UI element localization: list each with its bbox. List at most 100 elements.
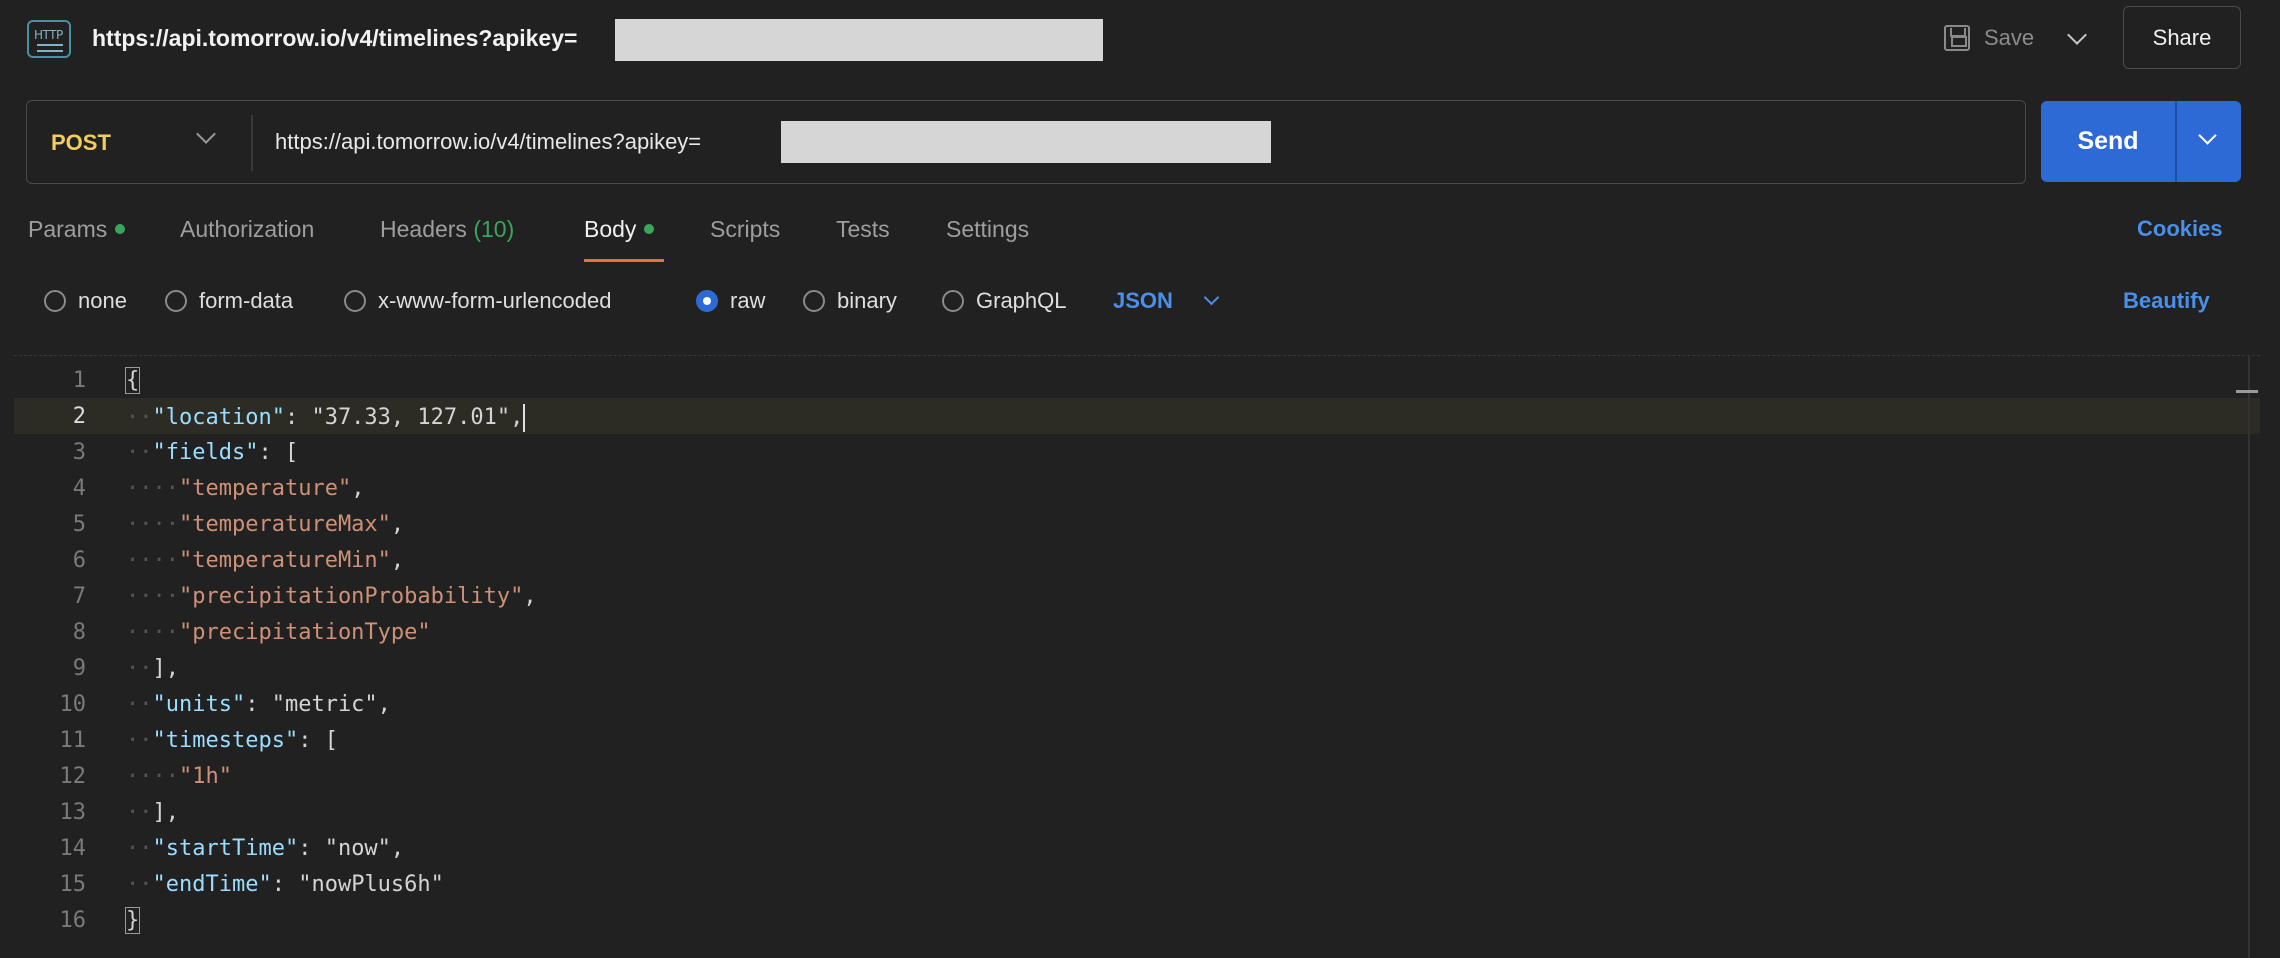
line-number: 1 <box>72 368 86 393</box>
code-line[interactable]: 12 ····"1h" <box>14 758 2260 794</box>
send-button-group: Send <box>2041 101 2241 182</box>
cookies-link[interactable]: Cookies <box>2137 216 2223 242</box>
code-line[interactable]: 7 ····"precipitationProbability", <box>14 578 2260 614</box>
code-text: ··"endTime": "nowPlus6h" <box>126 872 444 897</box>
radio-icon <box>803 290 825 312</box>
body-type-urlencoded[interactable]: x-www-form-urlencoded <box>344 288 612 314</box>
method-select[interactable]: POST <box>51 130 111 156</box>
code-text: ··"units": "metric", <box>126 692 391 717</box>
code-line[interactable]: 2 ··"location": "37.33, 127.01", <box>14 398 2260 434</box>
request-tabs: Params Authorization Headers (10) Body S… <box>0 200 2280 262</box>
code-line[interactable]: 8 ····"precipitationType" <box>14 614 2260 650</box>
line-number: 5 <box>72 512 86 537</box>
line-number: 15 <box>59 872 87 897</box>
code-text: ··"startTime": "now", <box>126 836 405 861</box>
radio-icon <box>344 290 366 312</box>
line-number: 3 <box>72 440 86 465</box>
radio-icon <box>942 290 964 312</box>
beautify-button[interactable]: Beautify <box>2123 288 2210 314</box>
body-type-raw[interactable]: raw <box>696 288 765 314</box>
editor-scrollbar[interactable] <box>2248 355 2250 958</box>
code-line[interactable]: 1{ <box>14 362 2260 398</box>
active-tab-indicator <box>584 259 664 262</box>
floppy-disk-icon <box>1944 25 1970 51</box>
radio-selected-icon <box>696 290 718 312</box>
chevron-down-icon[interactable] <box>1203 289 1220 306</box>
code-line[interactable]: 4 ····"temperature", <box>14 470 2260 506</box>
body-type-none[interactable]: none <box>44 288 127 314</box>
code-line[interactable]: 5 ····"temperatureMax", <box>14 506 2260 542</box>
url-bar: POST https://api.tomorrow.io/v4/timeline… <box>26 100 2026 184</box>
line-number: 13 <box>59 800 87 825</box>
redacted-api-key <box>615 19 1103 61</box>
url-input[interactable]: https://api.tomorrow.io/v4/timelines?api… <box>275 129 701 155</box>
divider <box>251 115 253 171</box>
status-dot <box>115 223 126 234</box>
line-number: 6 <box>72 548 86 573</box>
request-header-bar: HTTP https://api.tomorrow.io/v4/timeline… <box>0 0 2280 76</box>
code-line[interactable]: 15 ··"endTime": "nowPlus6h" <box>14 866 2260 902</box>
line-number: 14 <box>59 836 87 861</box>
code-text: ····"temperatureMax", <box>126 512 405 537</box>
divider <box>2175 101 2177 182</box>
body-type-form-data[interactable]: form-data <box>165 288 293 314</box>
code-text: ··"fields": [ <box>126 440 299 465</box>
code-line[interactable]: 10 ··"units": "metric", <box>14 686 2260 722</box>
cursor-position-marker <box>2236 390 2258 393</box>
tab-settings[interactable]: Settings <box>946 216 1029 243</box>
chevron-down-icon[interactable] <box>2067 25 2087 45</box>
code-editor[interactable]: 1{2 ··"location": "37.33, 127.01", 3 ··"fie… <box>14 355 2260 958</box>
code-text: ··], <box>126 656 179 681</box>
save-label: Save <box>1984 25 2035 50</box>
code-line[interactable]: 6 ····"temperatureMin", <box>14 542 2260 578</box>
line-number: 4 <box>72 476 86 501</box>
chevron-down-icon[interactable] <box>196 124 216 144</box>
request-title[interactable]: https://api.tomorrow.io/v4/timelines?api… <box>92 25 577 52</box>
line-number: 8 <box>72 620 86 645</box>
line-number: 11 <box>59 728 87 753</box>
tab-body[interactable]: Body <box>584 216 655 243</box>
language-select[interactable]: JSON <box>1113 288 1173 314</box>
code-text: ····"temperature", <box>126 476 365 501</box>
code-text: } <box>124 907 141 934</box>
code-line[interactable]: 14 ··"startTime": "now", <box>14 830 2260 866</box>
chevron-down-icon[interactable] <box>2198 126 2217 145</box>
share-button[interactable]: Share <box>2123 6 2241 69</box>
radio-icon <box>44 290 66 312</box>
tab-headers[interactable]: Headers (10) <box>380 216 514 243</box>
line-number: 7 <box>72 584 86 609</box>
body-type-graphql[interactable]: GraphQL <box>942 288 1067 314</box>
code-line[interactable]: 9 ··], <box>14 650 2260 686</box>
save-button[interactable]: Save <box>1944 20 2034 56</box>
code-text: { <box>124 367 141 394</box>
line-number: 10 <box>59 692 87 717</box>
radio-icon <box>165 290 187 312</box>
code-text: ··"location": "37.33, 127.01", <box>126 404 526 432</box>
line-number: 12 <box>59 764 87 789</box>
tab-params[interactable]: Params <box>28 216 126 243</box>
code-line[interactable]: 3 ··"fields": [ <box>14 434 2260 470</box>
line-number: 2 <box>72 404 86 429</box>
line-number: 16 <box>59 908 87 933</box>
tab-tests[interactable]: Tests <box>836 216 890 243</box>
line-number: 9 <box>72 656 86 681</box>
headers-count: (10) <box>473 216 515 242</box>
code-text: ··], <box>126 800 179 825</box>
redacted-api-key <box>781 121 1271 163</box>
code-text: ····"precipitationProbability", <box>126 584 537 609</box>
code-text: ····"temperatureMin", <box>126 548 405 573</box>
tab-scripts[interactable]: Scripts <box>710 216 780 243</box>
code-line[interactable]: 16} <box>14 902 2260 938</box>
body-type-binary[interactable]: binary <box>803 288 897 314</box>
body-type-selector: none form-data x-www-form-urlencoded raw… <box>0 280 2280 324</box>
code-line[interactable]: 13 ··], <box>14 794 2260 830</box>
tab-authorization[interactable]: Authorization <box>180 216 314 243</box>
status-dot <box>644 223 655 234</box>
code-text: ····"precipitationType" <box>126 620 431 645</box>
http-request-icon: HTTP <box>27 20 71 58</box>
text-cursor <box>523 404 526 432</box>
code-line[interactable]: 11 ··"timesteps": [ <box>14 722 2260 758</box>
code-text: ··"timesteps": [ <box>126 728 338 753</box>
send-button[interactable]: Send <box>2041 101 2175 182</box>
code-text: ····"1h" <box>126 764 232 789</box>
